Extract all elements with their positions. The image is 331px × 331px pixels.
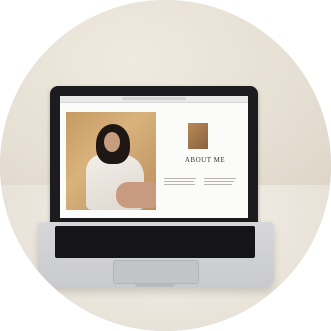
person-legs (116, 182, 156, 208)
laptop-trackpad (113, 260, 199, 284)
address-bar (122, 97, 186, 100)
website-hero-photo (66, 112, 156, 210)
body-text-line (164, 181, 194, 182)
body-text-line (164, 184, 195, 185)
body-text-line (164, 178, 196, 179)
website-small-photo (188, 123, 208, 149)
browser-toolbar (60, 96, 248, 103)
person-face (104, 132, 120, 152)
body-text-line (204, 184, 232, 185)
laptop-lid-notch (135, 284, 175, 287)
laptop-screen: ABOUT ME (60, 96, 248, 218)
circular-photo-frame: ABOUT ME (0, 0, 331, 331)
laptop-keyboard (55, 226, 255, 258)
about-me-heading: ABOUT ME (184, 156, 226, 164)
body-text-line (204, 181, 234, 182)
body-text-line (204, 178, 236, 179)
